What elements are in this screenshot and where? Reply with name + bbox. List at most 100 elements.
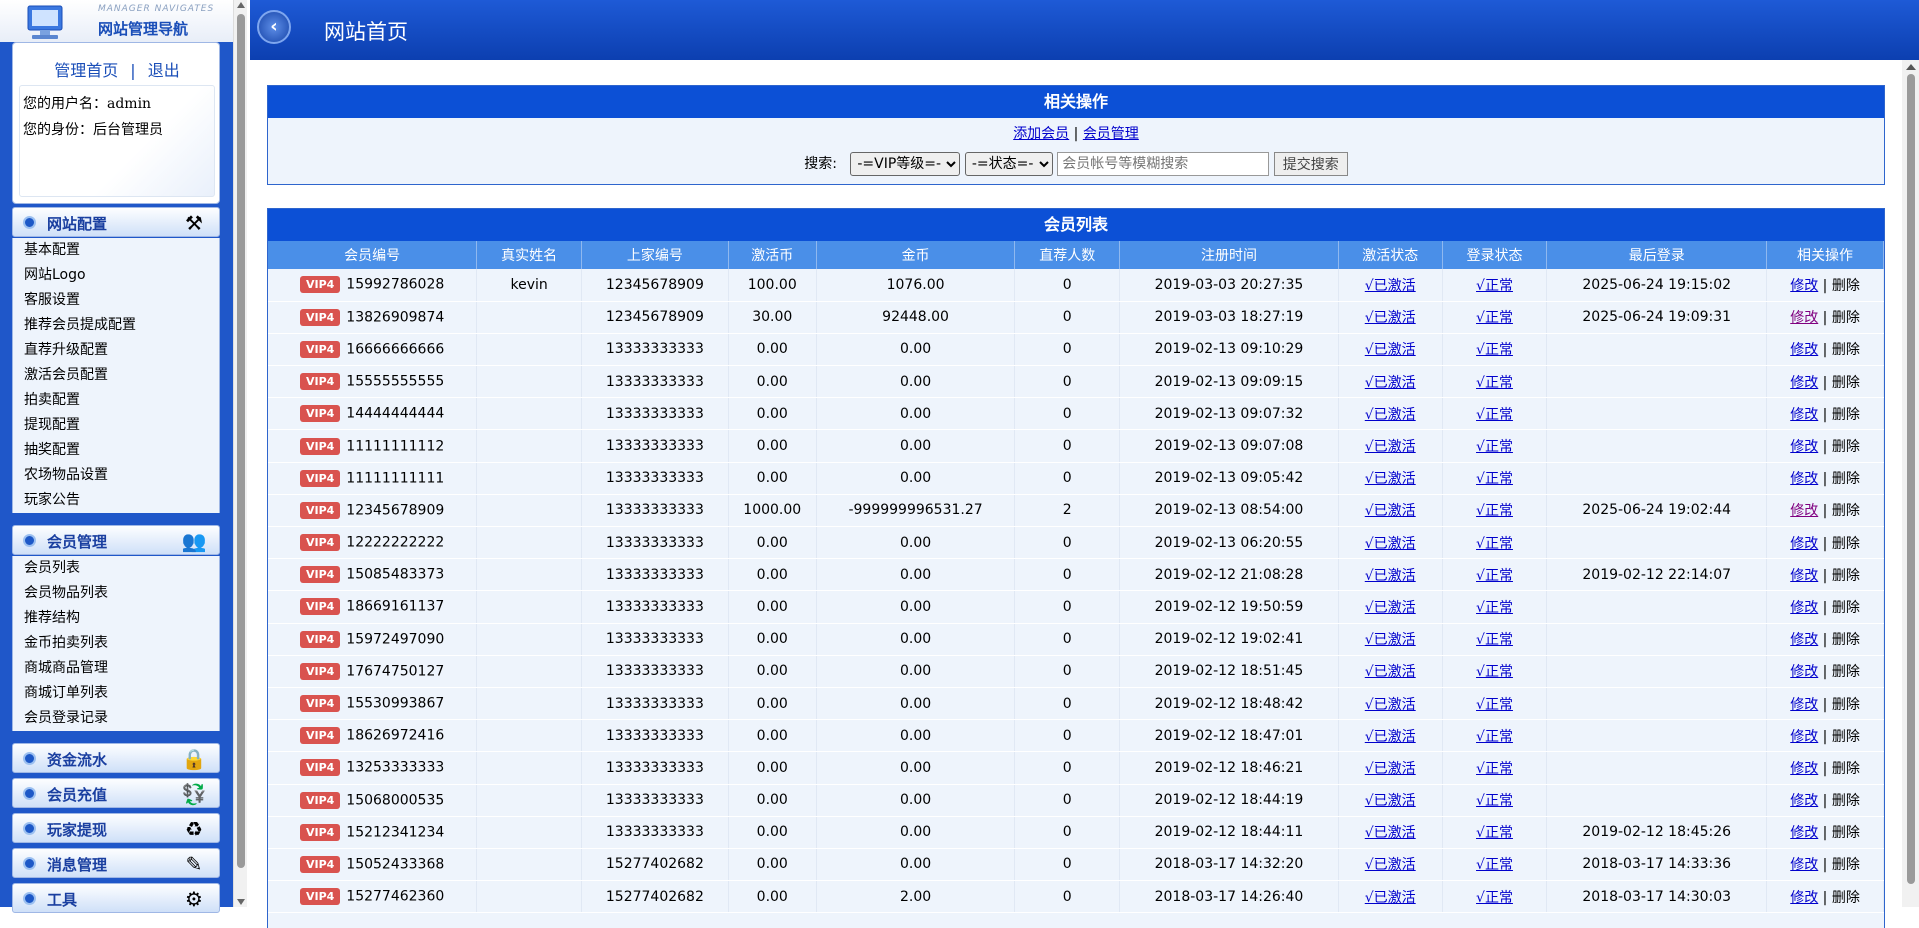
edit-link[interactable]: 修改 — [1790, 600, 1818, 616]
login-status-link[interactable]: √正常 — [1476, 600, 1513, 616]
login-status-link[interactable]: √正常 — [1476, 857, 1513, 873]
activation-status-link[interactable]: √已激活 — [1365, 761, 1416, 777]
activation-status-link[interactable]: √已激活 — [1365, 632, 1416, 648]
sidebar-item[interactable]: 会员列表 — [13, 556, 219, 581]
delete-link[interactable]: 删除 — [1832, 793, 1860, 809]
sidebar-item[interactable]: 客服设置 — [13, 288, 219, 313]
edit-link[interactable]: 修改 — [1790, 890, 1818, 906]
delete-link[interactable]: 删除 — [1832, 729, 1860, 745]
edit-link[interactable]: 修改 — [1790, 857, 1818, 873]
login-status-link[interactable]: √正常 — [1476, 568, 1513, 584]
activation-status-link[interactable]: √已激活 — [1365, 568, 1416, 584]
back-arrow-icon[interactable]: ‹ — [257, 10, 291, 44]
delete-link[interactable]: 删除 — [1832, 407, 1860, 423]
login-status-link[interactable]: √正常 — [1476, 697, 1513, 713]
activation-status-link[interactable]: √已激活 — [1365, 278, 1416, 294]
sidebar-item[interactable]: 提现配置 — [13, 413, 219, 438]
login-status-link[interactable]: √正常 — [1476, 407, 1513, 423]
login-status-link[interactable]: √正常 — [1476, 375, 1513, 391]
delete-link[interactable]: 删除 — [1832, 375, 1860, 391]
edit-link[interactable]: 修改 — [1790, 471, 1818, 487]
add-member-link[interactable]: 添加会员 — [1013, 126, 1069, 142]
sidebar-item[interactable]: 基本配置 — [13, 238, 219, 263]
menu-header-4[interactable]: 玩家提现 ♻ — [12, 813, 220, 843]
status-select[interactable]: -=状态=- — [964, 152, 1053, 176]
sidebar-item[interactable]: 会员登录记录 — [13, 706, 219, 731]
activation-status-link[interactable]: √已激活 — [1365, 890, 1416, 906]
edit-link[interactable]: 修改 — [1790, 310, 1818, 326]
delete-link[interactable]: 删除 — [1832, 600, 1860, 616]
delete-link[interactable]: 删除 — [1832, 342, 1860, 358]
delete-link[interactable]: 删除 — [1832, 568, 1860, 584]
scrollbar-thumb[interactable] — [237, 14, 245, 868]
delete-link[interactable]: 删除 — [1832, 439, 1860, 455]
edit-link[interactable]: 修改 — [1790, 375, 1818, 391]
login-status-link[interactable]: √正常 — [1476, 310, 1513, 326]
submit-search-button[interactable]: 提交搜索 — [1273, 152, 1348, 176]
activation-status-link[interactable]: √已激活 — [1365, 471, 1416, 487]
menu-header-2[interactable]: 资金流水 🔒 — [12, 743, 220, 773]
edit-link[interactable]: 修改 — [1790, 439, 1818, 455]
login-status-link[interactable]: √正常 — [1476, 536, 1513, 552]
delete-link[interactable]: 删除 — [1832, 761, 1860, 777]
edit-link[interactable]: 修改 — [1790, 342, 1818, 358]
delete-link[interactable]: 删除 — [1832, 310, 1860, 326]
delete-link[interactable]: 删除 — [1832, 890, 1860, 906]
activation-status-link[interactable]: √已激活 — [1365, 503, 1416, 519]
login-status-link[interactable]: √正常 — [1476, 471, 1513, 487]
login-status-link[interactable]: √正常 — [1476, 342, 1513, 358]
sidebar-item[interactable]: 激活会员配置 — [13, 363, 219, 388]
edit-link[interactable]: 修改 — [1790, 407, 1818, 423]
activation-status-link[interactable]: √已激活 — [1365, 342, 1416, 358]
edit-link[interactable]: 修改 — [1790, 697, 1818, 713]
delete-link[interactable]: 删除 — [1832, 471, 1860, 487]
activation-status-link[interactable]: √已激活 — [1365, 439, 1416, 455]
login-status-link[interactable]: √正常 — [1476, 793, 1513, 809]
activation-status-link[interactable]: √已激活 — [1365, 375, 1416, 391]
edit-link[interactable]: 修改 — [1790, 729, 1818, 745]
login-status-link[interactable]: √正常 — [1476, 761, 1513, 777]
edit-link[interactable]: 修改 — [1790, 503, 1818, 519]
activation-status-link[interactable]: √已激活 — [1365, 793, 1416, 809]
edit-link[interactable]: 修改 — [1790, 632, 1818, 648]
main-scrollbar[interactable] — [1902, 60, 1919, 907]
menu-header-0[interactable]: 网站配置 ⚒ — [12, 207, 220, 237]
menu-header-1[interactable]: 会员管理 👥 — [12, 525, 220, 555]
sidebar-scrollbar[interactable] — [233, 0, 247, 907]
scroll-up-arrow-icon[interactable] — [1906, 64, 1916, 70]
scroll-down-arrow-icon[interactable] — [237, 899, 245, 905]
edit-link[interactable]: 修改 — [1790, 825, 1818, 841]
menu-header-5[interactable]: 消息管理 ✎ — [12, 848, 220, 878]
delete-link[interactable]: 删除 — [1832, 857, 1860, 873]
activation-status-link[interactable]: √已激活 — [1365, 664, 1416, 680]
login-status-link[interactable]: √正常 — [1476, 664, 1513, 680]
sidebar-item[interactable]: 推荐会员提成配置 — [13, 313, 219, 338]
admin-home-link[interactable]: 管理首页 — [54, 61, 118, 80]
delete-link[interactable]: 删除 — [1832, 503, 1860, 519]
delete-link[interactable]: 删除 — [1832, 825, 1860, 841]
vip-level-select[interactable]: -=VIP等级=- — [850, 152, 961, 176]
delete-link[interactable]: 删除 — [1832, 536, 1860, 552]
activation-status-link[interactable]: √已激活 — [1365, 310, 1416, 326]
login-status-link[interactable]: √正常 — [1476, 729, 1513, 745]
sidebar-item[interactable]: 网站Logo — [13, 263, 219, 288]
sidebar-item[interactable]: 直荐升级配置 — [13, 338, 219, 363]
edit-link[interactable]: 修改 — [1790, 568, 1818, 584]
sidebar-item[interactable]: 推荐结构 — [13, 606, 219, 631]
edit-link[interactable]: 修改 — [1790, 761, 1818, 777]
member-manage-link[interactable]: 会员管理 — [1083, 126, 1139, 142]
edit-link[interactable]: 修改 — [1790, 278, 1818, 294]
sidebar-item[interactable]: 农场物品设置 — [13, 463, 219, 488]
activation-status-link[interactable]: √已激活 — [1365, 407, 1416, 423]
login-status-link[interactable]: √正常 — [1476, 278, 1513, 294]
sidebar-item[interactable]: 金币拍卖列表 — [13, 631, 219, 656]
activation-status-link[interactable]: √已激活 — [1365, 825, 1416, 841]
delete-link[interactable]: 删除 — [1832, 278, 1860, 294]
activation-status-link[interactable]: √已激活 — [1365, 729, 1416, 745]
edit-link[interactable]: 修改 — [1790, 536, 1818, 552]
sidebar-item[interactable]: 玩家公告 — [13, 488, 219, 513]
sidebar-item[interactable]: 商城订单列表 — [13, 681, 219, 706]
activation-status-link[interactable]: √已激活 — [1365, 697, 1416, 713]
scrollbar-thumb[interactable] — [1907, 74, 1915, 884]
login-status-link[interactable]: √正常 — [1476, 890, 1513, 906]
